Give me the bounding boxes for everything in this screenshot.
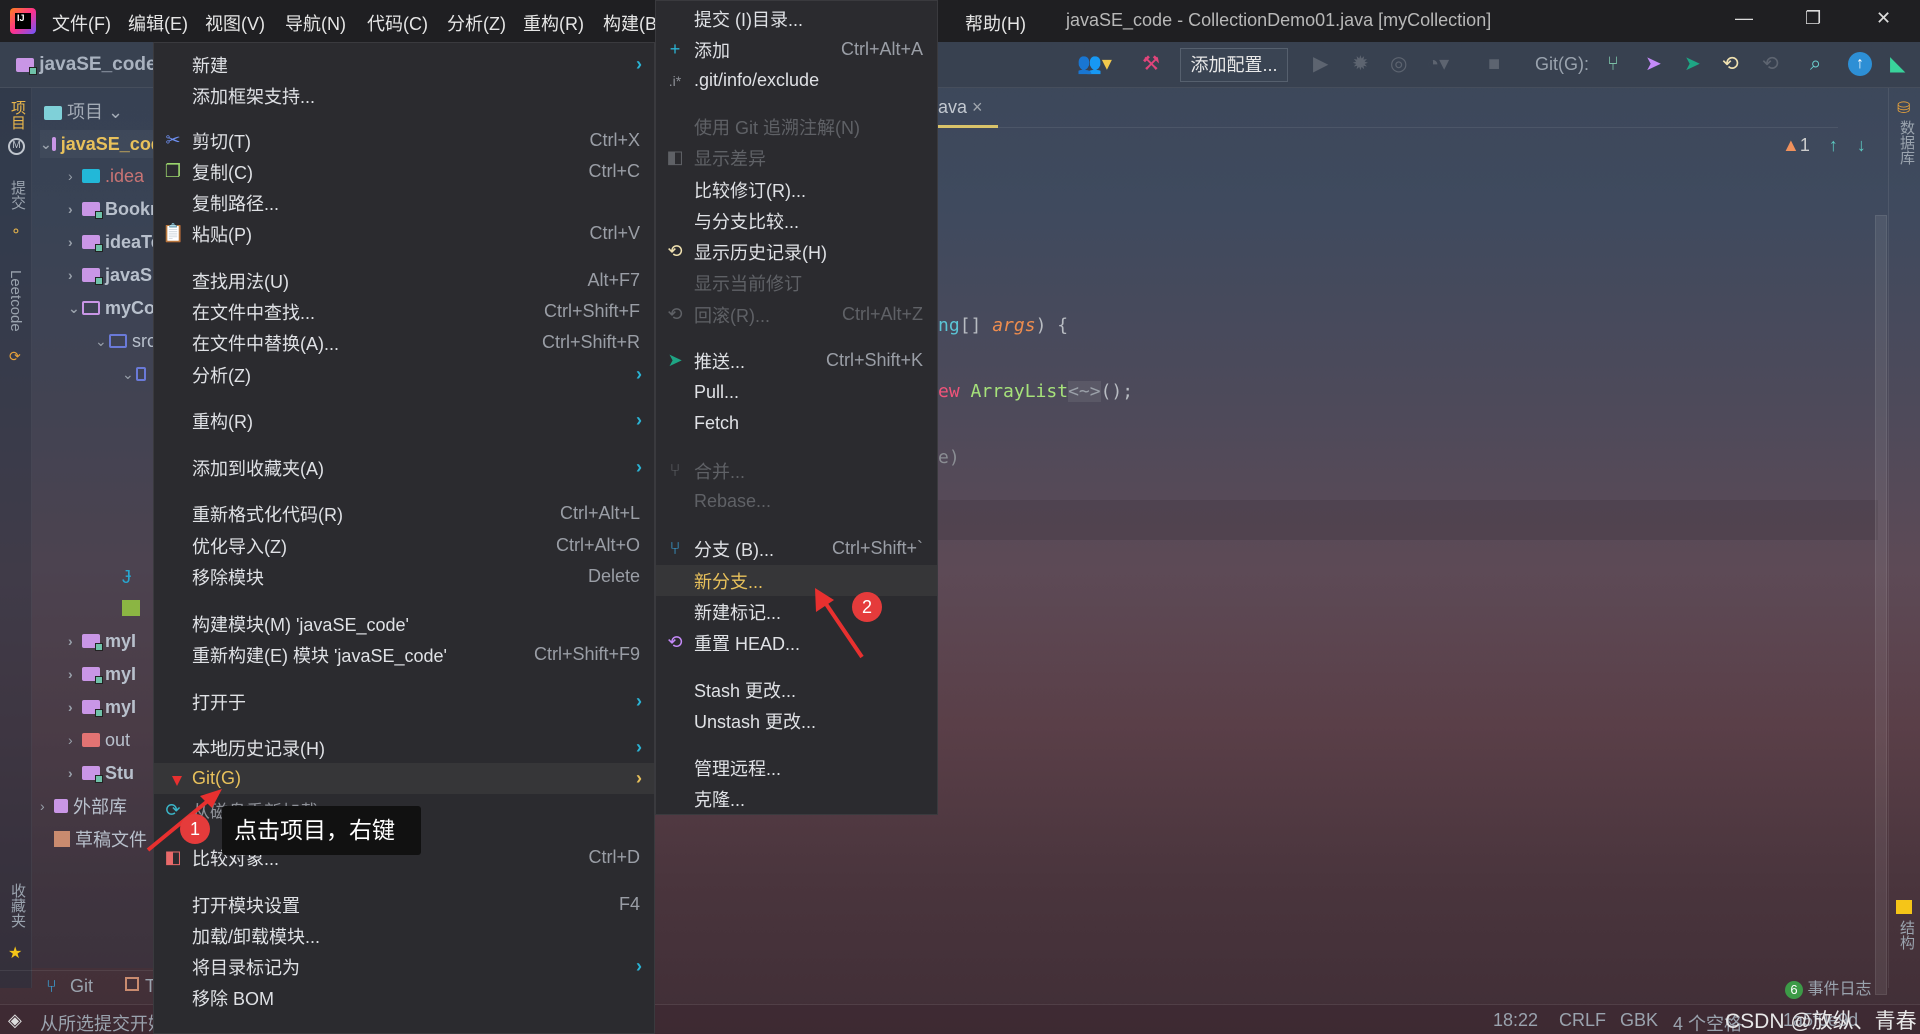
git-marker-triangle xyxy=(172,776,182,786)
step-1-badge: 1 xyxy=(180,814,210,844)
step-1-tooltip: 点击项目，右键 xyxy=(222,806,421,855)
step-2-badge: 2 xyxy=(852,592,882,622)
annotation-arrows xyxy=(146,588,864,852)
